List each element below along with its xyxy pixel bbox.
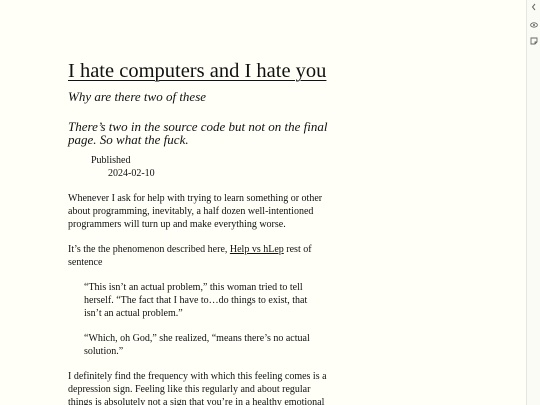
article-subtitle-secondary: There’s two in the source code but not o…: [68, 119, 328, 147]
eye-icon[interactable]: [527, 18, 540, 32]
blockquote: “This isn’t an actual problem,” this wom…: [84, 281, 324, 358]
help-vs-hlep-link[interactable]: Help vs hLep: [230, 244, 284, 255]
paragraph-depression: I definitely find the frequency with whi…: [68, 371, 327, 405]
quote-paragraph-2: “Which, oh God,” she realized, “means th…: [84, 333, 310, 357]
publish-meta: Published 2024-02-10: [91, 154, 328, 180]
published-date: 2024-02-10: [108, 168, 155, 179]
note-icon[interactable]: [527, 34, 540, 48]
paragraph-reference-text: It’s the the phenomenon described here,: [68, 244, 230, 255]
right-sidebar: [526, 0, 540, 405]
page: I hate computers and I hate you Why are …: [0, 0, 540, 405]
chevron-left-icon[interactable]: [527, 0, 540, 14]
paragraph-reference: It’s the the phenomenon described here, …: [68, 243, 328, 269]
page-title[interactable]: I hate computers and I hate you: [68, 58, 328, 84]
quote-paragraph-1: “This isn’t an actual problem,” this wom…: [84, 282, 308, 319]
published-label: Published: [91, 155, 131, 166]
paragraph-intro: Whenever I ask for help with trying to l…: [68, 193, 323, 230]
article-subtitle: Why are there two of these: [68, 89, 207, 104]
article: I hate computers and I hate you Why are …: [68, 58, 328, 405]
